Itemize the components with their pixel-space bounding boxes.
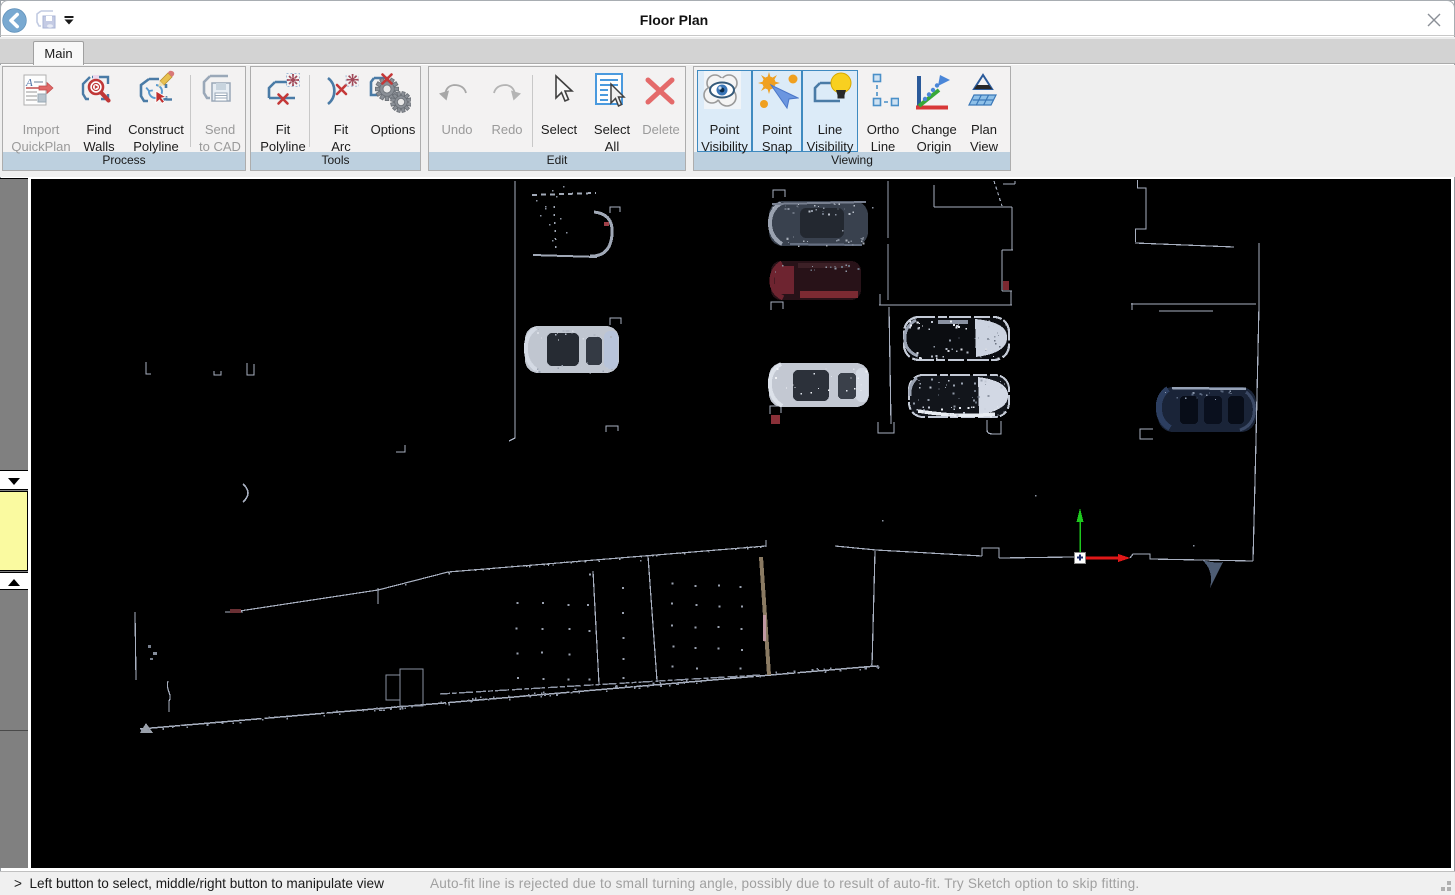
svg-text:A: A [25,77,33,89]
